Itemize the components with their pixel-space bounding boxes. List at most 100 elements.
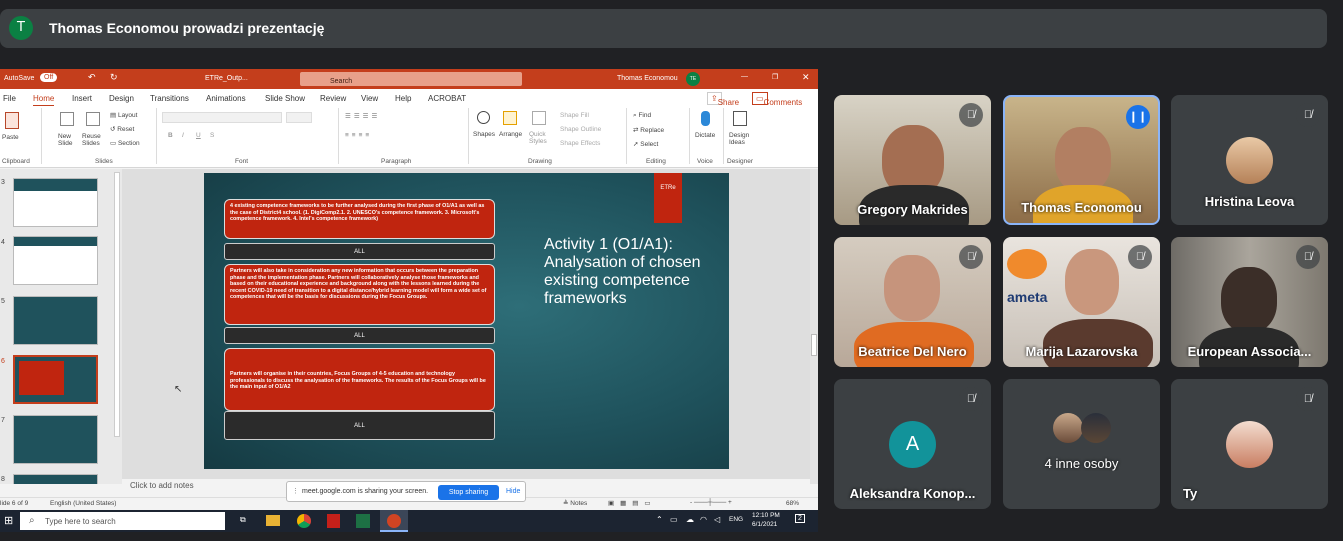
layout-button[interactable]: ▤ Layout xyxy=(110,111,137,119)
arrange-icon[interactable] xyxy=(503,111,517,125)
slide-thumbnail-7[interactable] xyxy=(13,415,98,464)
volume-icon[interactable]: ◁ xyxy=(714,515,720,524)
clock-date[interactable]: 6/1/2021 xyxy=(752,521,777,528)
vertical-scrollbar[interactable] xyxy=(810,169,818,484)
tab-review[interactable]: Review xyxy=(320,94,346,103)
close-icon[interactable]: ✕ xyxy=(802,72,810,83)
design-ideas-button[interactable]: Design Ideas xyxy=(729,132,755,146)
participant-tile-aleksandra[interactable]: A 🎙̸ Aleksandra Konop... xyxy=(834,379,991,509)
task-view-icon[interactable]: ⧉ xyxy=(240,515,246,525)
current-slide[interactable]: 4 existing competence frameworks to be f… xyxy=(204,173,729,469)
reset-button[interactable]: ↺ Reset xyxy=(110,125,134,133)
view-buttons[interactable]: ▣▦▤▭ xyxy=(608,499,657,507)
language-indicator[interactable]: ENG xyxy=(729,516,743,523)
participant-tile-self[interactable]: 🎙̸ Ty xyxy=(1171,379,1328,509)
quick-styles-icon[interactable] xyxy=(532,111,546,125)
participant-tile-others[interactable]: 4 inne osoby xyxy=(1003,379,1160,509)
wifi-icon[interactable]: ◠ xyxy=(700,515,707,524)
reuse-slides-button[interactable]: Reuse Slides xyxy=(82,133,106,147)
design-ideas-icon[interactable] xyxy=(733,111,747,126)
shape-outline-button[interactable]: Shape Outline xyxy=(560,126,601,133)
reuse-slides-icon[interactable] xyxy=(86,112,100,126)
new-slide-button[interactable]: New Slide xyxy=(58,133,80,147)
taskbar-search[interactable]: ⌕ Type here to search xyxy=(20,512,225,530)
font-size-box[interactable] xyxy=(286,112,312,123)
slide-title[interactable]: Activity 1 (O1/A1): Analysation of chose… xyxy=(544,236,704,308)
slide-box-3[interactable]: Partners will organise in their countrie… xyxy=(224,348,495,411)
chrome-icon[interactable] xyxy=(297,514,311,528)
slide-thumbnail-8[interactable] xyxy=(13,474,98,484)
tray-chevron-icon[interactable]: ⌃ xyxy=(656,515,663,524)
tab-view[interactable]: View xyxy=(361,94,378,103)
participant-tile-thomas[interactable]: ❙❙ Thomas Economou xyxy=(1003,95,1160,225)
zoom-slider[interactable]: - ───┼─── + xyxy=(690,499,732,506)
participant-tile-marija[interactable]: ameta 🎙̸ Marija Lazarovska xyxy=(1003,237,1160,367)
section-button[interactable]: ▭ Section xyxy=(110,139,140,147)
tab-transitions[interactable]: Transitions xyxy=(150,94,189,103)
notes-button[interactable]: ≜ Notes xyxy=(563,499,587,507)
shape-effects-button[interactable]: Shape Effects xyxy=(560,140,600,147)
slide-all-2[interactable]: ALL xyxy=(224,327,495,344)
powerpoint-taskbar-button[interactable] xyxy=(380,510,408,532)
undo-icon[interactable]: ↶ xyxy=(88,72,96,83)
thumbnails-scrollbar[interactable] xyxy=(114,172,120,437)
clock-time[interactable]: 12:10 PM xyxy=(752,512,780,519)
slide-box-2[interactable]: Partners will also take in consideration… xyxy=(224,264,495,325)
font-name-box[interactable] xyxy=(162,112,282,123)
paste-button[interactable]: Paste xyxy=(2,134,19,141)
tab-file[interactable]: File xyxy=(3,94,16,103)
restore-icon[interactable]: ❐ xyxy=(772,73,778,81)
quick-styles-button[interactable]: Quick Styles xyxy=(529,131,551,145)
drag-handle-icon[interactable]: ⋮ xyxy=(292,487,299,495)
zoom-level[interactable]: 68% xyxy=(786,500,799,507)
acrobat-icon[interactable] xyxy=(327,514,340,528)
search-box[interactable]: Search xyxy=(300,72,522,86)
arrange-button[interactable]: Arrange xyxy=(499,131,522,138)
bold-button[interactable]: B xyxy=(168,132,173,139)
tab-acrobat[interactable]: ACROBAT xyxy=(428,94,466,103)
select-button[interactable]: ➚ Select xyxy=(633,140,658,148)
new-slide-icon[interactable] xyxy=(60,112,74,126)
language-status[interactable]: English (United States) xyxy=(50,500,116,507)
redo-icon[interactable]: ↻ xyxy=(110,72,118,83)
hide-button[interactable]: Hide xyxy=(506,488,520,495)
find-button[interactable]: ⌕ Find xyxy=(633,112,651,120)
tab-insert[interactable]: Insert xyxy=(72,94,92,103)
participant-tile-beatrice[interactable]: 🎙̸ Beatrice Del Nero xyxy=(834,237,991,367)
user-avatar[interactable]: TE xyxy=(686,72,700,86)
tab-slideshow[interactable]: Slide Show xyxy=(265,94,305,103)
participant-tile-gregory[interactable]: 🎙̸ Gregory Makrides xyxy=(834,95,991,225)
slide-all-1[interactable]: ALL xyxy=(224,243,495,260)
underline-button[interactable]: U xyxy=(196,132,201,139)
stop-sharing-button[interactable]: Stop sharing xyxy=(438,485,499,500)
notifications-badge[interactable]: 2 xyxy=(795,514,805,523)
italic-button[interactable]: I xyxy=(182,132,184,139)
tab-help[interactable]: Help xyxy=(395,94,411,103)
network-icon[interactable]: ▭ xyxy=(670,515,678,524)
paste-icon[interactable] xyxy=(5,112,19,129)
shapes-button[interactable]: Shapes xyxy=(473,131,495,138)
shapes-icon[interactable] xyxy=(477,111,490,124)
replace-button[interactable]: ⇄ Replace xyxy=(633,126,664,134)
windows-start-icon[interactable]: ⊞ xyxy=(4,514,13,527)
autosave-toggle[interactable]: Off xyxy=(40,73,58,82)
participant-tile-hristina[interactable]: 🎙̸ Hristina Leova xyxy=(1171,95,1328,225)
slide-thumbnail-3[interactable] xyxy=(13,178,98,227)
onedrive-icon[interactable]: ☁ xyxy=(686,515,694,524)
excel-icon[interactable] xyxy=(356,514,370,528)
slide-box-1[interactable]: 4 existing competence frameworks to be f… xyxy=(224,199,495,239)
strike-button[interactable]: S xyxy=(210,132,214,139)
share-button[interactable]: ⇪ Share xyxy=(707,92,739,107)
paragraph-controls[interactable]: ☰☰☰☰ xyxy=(345,112,380,120)
tab-design[interactable]: Design xyxy=(109,94,134,103)
tab-animations[interactable]: Animations xyxy=(206,94,246,103)
microphone-icon[interactable] xyxy=(701,111,710,126)
slide-thumbnail-6[interactable] xyxy=(13,355,98,404)
align-controls[interactable]: ≡≡≡≡ xyxy=(345,132,372,139)
slide-thumbnail-4[interactable] xyxy=(13,236,98,285)
shape-fill-button[interactable]: Shape Fill xyxy=(560,112,589,119)
dictate-button[interactable]: Dictate xyxy=(695,132,715,139)
slide-all-3[interactable]: ALL xyxy=(224,411,495,440)
file-explorer-icon[interactable] xyxy=(266,515,280,526)
minimize-icon[interactable]: — xyxy=(741,73,748,80)
